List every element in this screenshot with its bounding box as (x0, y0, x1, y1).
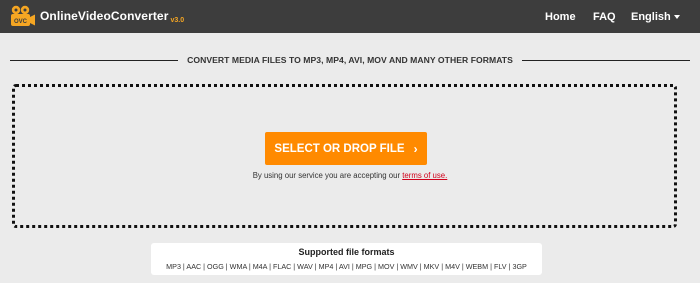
logo-wordmark: OnlineVideoConverter (40, 9, 169, 23)
select-file-label: SELECT OR DROP FILE (274, 142, 405, 155)
select-file-button[interactable]: SELECT OR DROP FILE › (265, 132, 427, 165)
top-navbar: OVC OnlineVideoConverter v3.0 Home FAQ E… (0, 0, 700, 33)
logo-badge: OVC (14, 19, 28, 25)
headline-section: CONVERT MEDIA FILES TO MP3, MP4, AVI, MO… (10, 52, 690, 68)
nav-home-link[interactable]: Home (545, 11, 576, 23)
terms-of-use-link[interactable]: terms of use. (402, 171, 447, 180)
site-logo[interactable]: OVC OnlineVideoConverter v3.0 (10, 4, 184, 28)
divider-right (521, 59, 690, 61)
language-label: English (631, 11, 671, 23)
logo-version: v3.0 (170, 16, 185, 24)
page-headline: CONVERT MEDIA FILES TO MP3, MP4, AVI, MO… (187, 55, 513, 65)
film-camera-icon: OVC (11, 5, 35, 26)
chevron-right-icon: › (413, 141, 418, 156)
language-dropdown[interactable]: English (631, 11, 680, 23)
caret-down-icon (673, 15, 680, 19)
formats-title: Supported file formats (298, 247, 395, 257)
terms-prefix: By using our service you are accepting o… (252, 171, 403, 180)
divider-left (10, 59, 179, 61)
terms-notice: By using our service you are accepting o… (0, 171, 700, 180)
nav-faq-link[interactable]: FAQ (593, 11, 616, 23)
formats-list: MP3 | AAC | OGG | WMA | M4A | FLAC | WAV… (166, 262, 527, 271)
supported-formats-box: Supported file formats MP3 | AAC | OGG |… (151, 243, 542, 275)
